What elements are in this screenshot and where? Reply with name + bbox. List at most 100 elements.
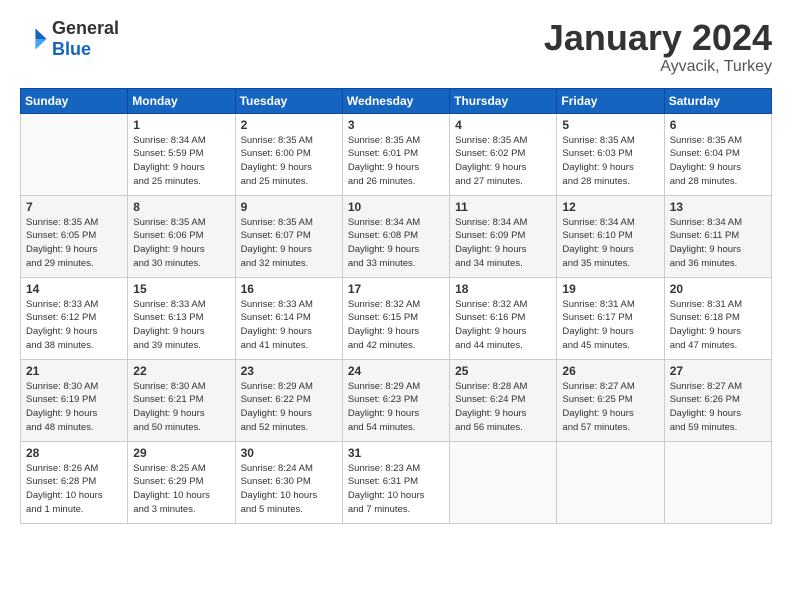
- day-info: Sunrise: 8:33 AM Sunset: 6:13 PM Dayligh…: [133, 298, 229, 353]
- day-number: 27: [670, 364, 766, 378]
- day-number: 15: [133, 282, 229, 296]
- day-info: Sunrise: 8:29 AM Sunset: 6:22 PM Dayligh…: [241, 380, 337, 435]
- day-number: 7: [26, 200, 122, 214]
- calendar-cell: 10 Sunrise: 8:34 AM Sunset: 6:08 PM Dayli…: [342, 195, 449, 277]
- day-number: 5: [562, 118, 658, 132]
- day-info: Sunrise: 8:35 AM Sunset: 6:02 PM Dayligh…: [455, 134, 551, 189]
- day-info: Sunrise: 8:34 AM Sunset: 6:08 PM Dayligh…: [348, 216, 444, 271]
- calendar-cell: 14 Sunrise: 8:33 AM Sunset: 6:12 PM Dayli…: [21, 277, 128, 359]
- day-number: 16: [241, 282, 337, 296]
- calendar-cell: 26Sunrise: 8:27 AM Sunset: 6:25 PM Dayli…: [557, 359, 664, 441]
- day-number: 31: [348, 446, 444, 460]
- calendar-cell: 8Sunrise: 8:35 AM Sunset: 6:06 PM Daylig…: [128, 195, 235, 277]
- header-cell-thursday: Thursday: [450, 88, 557, 113]
- day-number: 4: [455, 118, 551, 132]
- day-info: Sunrise: 8:34 AM Sunset: 5:59 PM Dayligh…: [133, 134, 229, 189]
- header: General Blue January 2024 Ayvacik, Turke…: [20, 18, 772, 76]
- title-block: January 2024 Ayvacik, Turkey: [544, 18, 772, 76]
- location-title: Ayvacik, Turkey: [544, 58, 772, 76]
- day-number: 1: [133, 118, 229, 132]
- day-info: Sunrise: 8:29 AM Sunset: 6:23 PM Dayligh…: [348, 380, 444, 435]
- header-cell-saturday: Saturday: [664, 88, 771, 113]
- calendar-cell: 22 Sunrise: 8:30 AM Sunset: 6:21 PM Dayli…: [128, 359, 235, 441]
- day-info: Sunrise: 8:27 AM Sunset: 6:25 PM Dayligh…: [562, 380, 658, 435]
- day-info: Sunrise: 8:35 AM Sunset: 6:07 PM Dayligh…: [241, 216, 337, 271]
- calendar-cell: 4 Sunrise: 8:35 AM Sunset: 6:02 PM Daylig…: [450, 113, 557, 195]
- day-info: Sunrise: 8:35 AM Sunset: 6:06 PM Dayligh…: [133, 216, 229, 271]
- day-number: 10: [348, 200, 444, 214]
- calendar-cell: 23 Sunrise: 8:29 AM Sunset: 6:22 PM Dayli…: [235, 359, 342, 441]
- header-cell-monday: Monday: [128, 88, 235, 113]
- day-info: Sunrise: 8:33 AM Sunset: 6:14 PM Dayligh…: [241, 298, 337, 353]
- header-cell-friday: Friday: [557, 88, 664, 113]
- day-info: Sunrise: 8:35 AM Sunset: 6:00 PM Dayligh…: [241, 134, 337, 189]
- day-info: Sunrise: 8:32 AM Sunset: 6:15 PM Dayligh…: [348, 298, 444, 353]
- calendar-cell: 7 Sunrise: 8:35 AM Sunset: 6:05 PM Daylig…: [21, 195, 128, 277]
- day-number: 17: [348, 282, 444, 296]
- day-info: Sunrise: 8:35 AM Sunset: 6:05 PM Dayligh…: [26, 216, 122, 271]
- calendar-cell: 27Sunrise: 8:27 AM Sunset: 6:26 PM Dayli…: [664, 359, 771, 441]
- calendar-cell: [450, 441, 557, 523]
- header-cell-sunday: Sunday: [21, 88, 128, 113]
- calendar-cell: 19 Sunrise: 8:31 AM Sunset: 6:17 PM Dayli…: [557, 277, 664, 359]
- calendar-cell: 21Sunrise: 8:30 AM Sunset: 6:19 PM Dayli…: [21, 359, 128, 441]
- day-info: Sunrise: 8:33 AM Sunset: 6:12 PM Dayligh…: [26, 298, 122, 353]
- day-number: 14: [26, 282, 122, 296]
- day-info: Sunrise: 8:32 AM Sunset: 6:16 PM Dayligh…: [455, 298, 551, 353]
- day-number: 28: [26, 446, 122, 460]
- calendar-cell: [557, 441, 664, 523]
- day-number: 18: [455, 282, 551, 296]
- day-info: Sunrise: 8:35 AM Sunset: 6:03 PM Dayligh…: [562, 134, 658, 189]
- calendar-cell: 1 Sunrise: 8:34 AM Sunset: 5:59 PM Daylig…: [128, 113, 235, 195]
- calendar-cell: 15 Sunrise: 8:33 AM Sunset: 6:13 PM Dayli…: [128, 277, 235, 359]
- day-number: 19: [562, 282, 658, 296]
- week-row-2: 7 Sunrise: 8:35 AM Sunset: 6:05 PM Daylig…: [21, 195, 772, 277]
- logo-general: General: [52, 18, 119, 38]
- day-info: Sunrise: 8:34 AM Sunset: 6:09 PM Dayligh…: [455, 216, 551, 271]
- calendar-cell: 6 Sunrise: 8:35 AM Sunset: 6:04 PM Daylig…: [664, 113, 771, 195]
- day-info: Sunrise: 8:23 AM Sunset: 6:31 PM Dayligh…: [348, 462, 444, 517]
- day-info: Sunrise: 8:25 AM Sunset: 6:29 PM Dayligh…: [133, 462, 229, 517]
- day-info: Sunrise: 8:31 AM Sunset: 6:17 PM Dayligh…: [562, 298, 658, 353]
- calendar-cell: 17 Sunrise: 8:32 AM Sunset: 6:15 PM Dayli…: [342, 277, 449, 359]
- day-number: 20: [670, 282, 766, 296]
- day-number: 25: [455, 364, 551, 378]
- calendar-cell: 28 Sunrise: 8:26 AM Sunset: 6:28 PM Dayli…: [21, 441, 128, 523]
- day-number: 13: [670, 200, 766, 214]
- week-row-3: 14 Sunrise: 8:33 AM Sunset: 6:12 PM Dayli…: [21, 277, 772, 359]
- day-info: Sunrise: 8:28 AM Sunset: 6:24 PM Dayligh…: [455, 380, 551, 435]
- day-info: Sunrise: 8:30 AM Sunset: 6:21 PM Dayligh…: [133, 380, 229, 435]
- day-number: 29: [133, 446, 229, 460]
- logo-blue: Blue: [52, 39, 91, 59]
- calendar-cell: 9 Sunrise: 8:35 AM Sunset: 6:07 PM Daylig…: [235, 195, 342, 277]
- day-number: 3: [348, 118, 444, 132]
- header-row: SundayMondayTuesdayWednesdayThursdayFrid…: [21, 88, 772, 113]
- day-number: 22: [133, 364, 229, 378]
- calendar-cell: 24Sunrise: 8:29 AM Sunset: 6:23 PM Dayli…: [342, 359, 449, 441]
- week-row-5: 28 Sunrise: 8:26 AM Sunset: 6:28 PM Dayli…: [21, 441, 772, 523]
- calendar-cell: [664, 441, 771, 523]
- header-cell-wednesday: Wednesday: [342, 88, 449, 113]
- calendar-cell: 18 Sunrise: 8:32 AM Sunset: 6:16 PM Dayli…: [450, 277, 557, 359]
- day-info: Sunrise: 8:31 AM Sunset: 6:18 PM Dayligh…: [670, 298, 766, 353]
- calendar-cell: 31 Sunrise: 8:23 AM Sunset: 6:31 PM Dayli…: [342, 441, 449, 523]
- calendar-cell: 30Sunrise: 8:24 AM Sunset: 6:30 PM Dayli…: [235, 441, 342, 523]
- day-info: Sunrise: 8:26 AM Sunset: 6:28 PM Dayligh…: [26, 462, 122, 517]
- calendar-cell: 25 Sunrise: 8:28 AM Sunset: 6:24 PM Dayli…: [450, 359, 557, 441]
- calendar-cell: [21, 113, 128, 195]
- day-info: Sunrise: 8:35 AM Sunset: 6:01 PM Dayligh…: [348, 134, 444, 189]
- day-number: 23: [241, 364, 337, 378]
- calendar-cell: 12Sunrise: 8:34 AM Sunset: 6:10 PM Dayli…: [557, 195, 664, 277]
- day-number: 9: [241, 200, 337, 214]
- day-info: Sunrise: 8:35 AM Sunset: 6:04 PM Dayligh…: [670, 134, 766, 189]
- calendar-cell: 13 Sunrise: 8:34 AM Sunset: 6:11 PM Dayli…: [664, 195, 771, 277]
- day-info: Sunrise: 8:34 AM Sunset: 6:11 PM Dayligh…: [670, 216, 766, 271]
- day-number: 21: [26, 364, 122, 378]
- calendar-cell: 2 Sunrise: 8:35 AM Sunset: 6:00 PM Daylig…: [235, 113, 342, 195]
- week-row-1: 1 Sunrise: 8:34 AM Sunset: 5:59 PM Daylig…: [21, 113, 772, 195]
- day-number: 6: [670, 118, 766, 132]
- week-row-4: 21Sunrise: 8:30 AM Sunset: 6:19 PM Dayli…: [21, 359, 772, 441]
- month-title: January 2024: [544, 18, 772, 58]
- day-number: 2: [241, 118, 337, 132]
- calendar-cell: 11Sunrise: 8:34 AM Sunset: 6:09 PM Dayli…: [450, 195, 557, 277]
